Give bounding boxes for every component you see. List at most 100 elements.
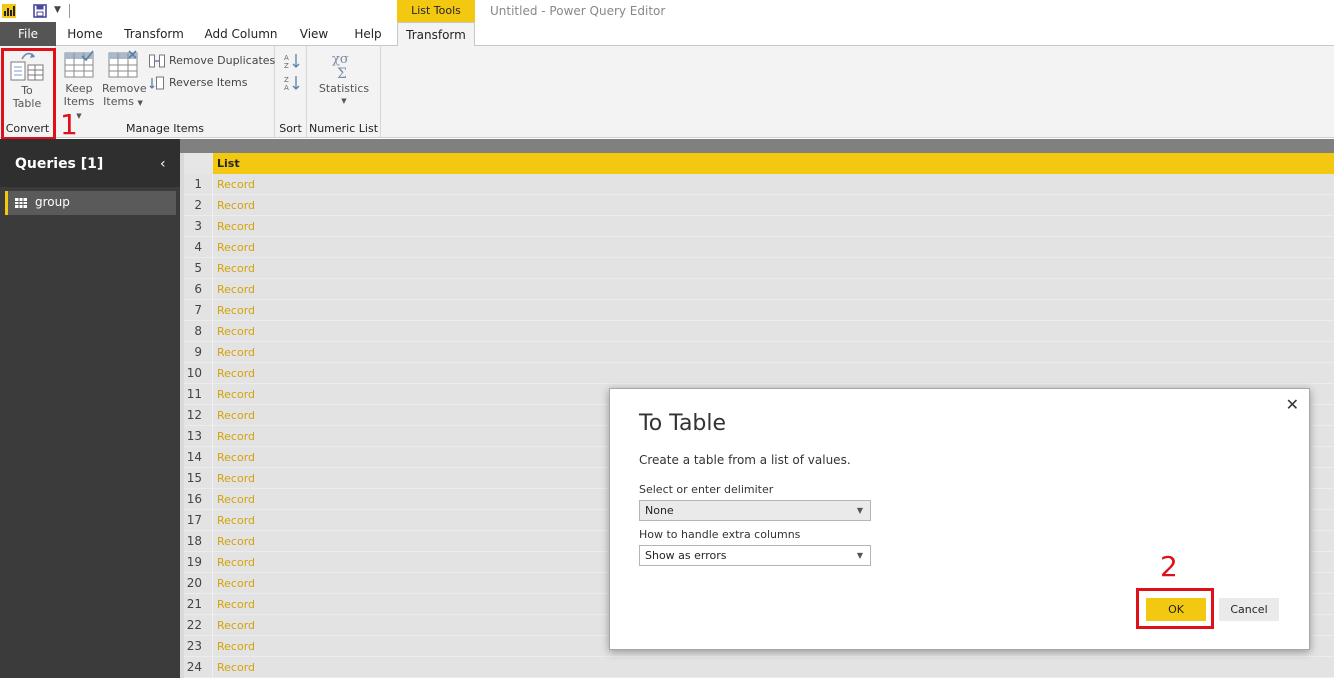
remove-duplicates-icon [149,54,165,68]
reverse-items-icon [149,76,164,90]
remove-items-label-1: Remove [102,82,147,95]
statistics-button[interactable]: χσ Σ Statistics ▼ [313,50,375,108]
row-number[interactable]: 19 [184,552,213,573]
row-number[interactable]: 4 [184,237,213,258]
ribbon-tab-bar: File Home Transform Add Column View Help… [0,22,1334,47]
record-link[interactable]: Record [213,342,1334,363]
row-number[interactable]: 5 [184,258,213,279]
collapse-pane-icon[interactable]: ‹ [160,156,166,172]
window-title: Untitled - Power Query Editor [490,4,666,18]
svg-text:χσ: χσ [332,52,349,67]
row-number[interactable]: 10 [184,363,213,384]
chevron-down-icon: ▼ [856,551,863,560]
row-number[interactable]: 1 [184,174,213,195]
row-number[interactable]: 24 [184,657,213,678]
delimiter-label: Select or enter delimiter [639,483,774,496]
step-2-marker: 2 [1160,550,1178,583]
cancel-button[interactable]: Cancel [1219,598,1279,621]
tab-home[interactable]: Home [62,22,108,46]
row-number[interactable]: 21 [184,594,213,615]
close-icon[interactable]: ✕ [1286,395,1299,414]
delimiter-select[interactable]: None ▼ [639,500,871,521]
extra-columns-label: How to handle extra columns [639,528,801,541]
row-number[interactable]: 23 [184,636,213,657]
table-row[interactable]: 1 Record [184,174,1334,195]
keep-items-label-2: Items [63,95,95,108]
statistics-label: Statistics [318,82,370,95]
row-number[interactable]: 6 [184,279,213,300]
list-tools-context-label: List Tools [397,0,475,22]
table-row[interactable]: 3 Record [184,216,1334,237]
statistics-dropdown-icon: ▼ [341,97,347,105]
svg-text:A: A [284,84,289,92]
ribbon: To Table Convert Keep Items ▼ Remove Ite… [0,46,1334,138]
row-number[interactable]: 22 [184,615,213,636]
sort-descending-icon[interactable]: Z A [283,74,301,92]
sort-ascending-icon[interactable]: A Z [283,52,301,70]
row-number[interactable]: 11 [184,384,213,405]
table-row[interactable]: 24 Record [184,657,1334,678]
save-icon[interactable] [33,4,47,18]
record-link[interactable]: Record [213,195,1334,216]
row-number[interactable]: 18 [184,531,213,552]
record-link[interactable]: Record [213,216,1334,237]
tab-help[interactable]: Help [348,22,388,46]
tab-list-transform[interactable]: Transform [397,22,475,47]
row-number[interactable]: 3 [184,216,213,237]
svg-text:Z: Z [284,76,289,84]
remove-items-button[interactable]: Remove Items ▼ [102,50,147,110]
row-number[interactable]: 12 [184,405,213,426]
record-link[interactable]: Record [213,258,1334,279]
table-row[interactable]: 2 Record [184,195,1334,216]
row-number[interactable]: 13 [184,426,213,447]
record-link[interactable]: Record [213,363,1334,384]
table-row[interactable]: 4 Record [184,237,1334,258]
tab-view[interactable]: View [295,22,333,46]
statistics-icon: χσ Σ [332,52,349,80]
grid-corner[interactable] [184,153,213,174]
dialog-description: Create a table from a list of values. [639,453,851,467]
queries-title: Queries [1] [15,156,104,172]
row-number[interactable]: 2 [184,195,213,216]
table-row[interactable]: 9 Record [184,342,1334,363]
dialog-title: To Table [639,411,727,436]
record-link[interactable]: Record [213,321,1334,342]
table-row[interactable]: 8 Record [184,321,1334,342]
svg-text:Σ: Σ [337,66,347,80]
record-link[interactable]: Record [213,174,1334,195]
query-item-group[interactable]: group [5,191,176,215]
chevron-down-icon: ▼ [856,506,863,515]
grid-header: List [184,153,1334,174]
step-1-marker: 1 [60,108,78,141]
record-link[interactable]: Record [213,300,1334,321]
quick-access-dropdown-icon[interactable]: ▼ [54,5,61,15]
title-bar: ▼ List Tools Untitled - Power Query Edit… [0,0,1334,24]
row-number[interactable]: 15 [184,468,213,489]
remove-duplicates-label: Remove Duplicates [169,54,276,67]
row-number[interactable]: 7 [184,300,213,321]
tab-file[interactable]: File [0,22,56,46]
toolbar-separator [69,4,70,18]
record-link[interactable]: Record [213,237,1334,258]
record-link[interactable]: Record [213,279,1334,300]
row-number[interactable]: 9 [184,342,213,363]
tab-add-column[interactable]: Add Column [203,22,279,46]
table-icon [15,198,27,208]
row-number[interactable]: 20 [184,573,213,594]
table-row[interactable]: 5 Record [184,258,1334,279]
extra-columns-select[interactable]: Show as errors ▼ [639,545,871,566]
tab-transform[interactable]: Transform [122,22,186,46]
table-row[interactable]: 7 Record [184,300,1334,321]
column-header-list[interactable]: List [213,153,1334,174]
row-number[interactable]: 17 [184,510,213,531]
table-row[interactable]: 10 Record [184,363,1334,384]
row-number[interactable]: 16 [184,489,213,510]
table-row[interactable]: 6 Record [184,279,1334,300]
remove-duplicates-button[interactable]: Remove Duplicates [149,52,275,70]
row-number[interactable]: 14 [184,447,213,468]
ribbon-group-sort: A Z Z A Sort [275,46,307,138]
record-link[interactable]: Record [213,657,1334,678]
row-number[interactable]: 8 [184,321,213,342]
remove-items-label-2: Items [103,95,134,108]
reverse-items-button[interactable]: Reverse Items [149,74,247,92]
